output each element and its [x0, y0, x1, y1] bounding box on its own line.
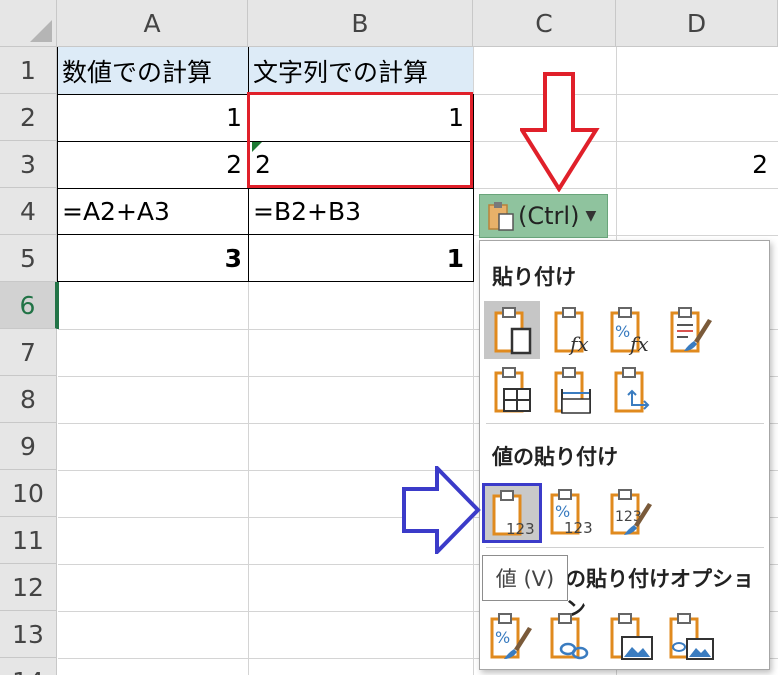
linked-picture-button[interactable]: [664, 607, 720, 665]
paste-button[interactable]: [484, 301, 540, 359]
grid-line-v-ab-lower: [248, 282, 249, 675]
values-source-formatting-icon: 123: [610, 489, 652, 535]
row-header-13[interactable]: 13: [0, 611, 57, 658]
column-header-d[interactable]: D: [616, 0, 778, 47]
column-header-b[interactable]: B: [248, 0, 473, 47]
paste-formulas-icon: fx: [554, 307, 589, 355]
row-header-2[interactable]: 2: [0, 94, 57, 141]
svg-text:fx: fx: [568, 332, 589, 355]
row-header-3[interactable]: 3: [0, 141, 57, 188]
cell-b1[interactable]: 文字列での計算: [249, 47, 473, 94]
svg-text:%: %: [615, 322, 630, 341]
section-title-paste: 貼り付け: [492, 265, 576, 289]
keep-source-formatting-button[interactable]: [664, 301, 720, 359]
transpose-button[interactable]: [604, 361, 660, 419]
values-source-formatting-button[interactable]: 123: [604, 483, 660, 541]
cell-a4[interactable]: =A2+A3: [58, 188, 248, 235]
down-arrow-icon: [520, 72, 600, 192]
paste-options-label: (Ctrl): [518, 202, 580, 230]
row-header-1[interactable]: 1: [0, 47, 57, 94]
grid-line-h-3: [473, 188, 778, 189]
svg-text:%: %: [495, 628, 510, 647]
row-header-5[interactable]: 5: [0, 235, 57, 282]
row-header-14[interactable]: 14: [0, 658, 57, 675]
tooltip-paste-values: 値 (V): [482, 555, 568, 601]
section-title-paste-values: 値の貼り付け: [492, 445, 618, 469]
paste-values-icon: 123: [492, 490, 535, 538]
paste-formulas-button[interactable]: fx: [544, 301, 600, 359]
chevron-down-icon: ▼: [585, 208, 597, 224]
cell-a3[interactable]: 2: [58, 141, 248, 188]
cell-a5[interactable]: 3: [58, 235, 248, 282]
paste-link-icon: [550, 613, 589, 660]
cell-d3[interactable]: 2: [616, 141, 778, 188]
row-header-12[interactable]: 12: [0, 564, 57, 611]
svg-text:123: 123: [506, 520, 535, 538]
svg-text:fx: fx: [628, 332, 649, 355]
menu-separator: [486, 423, 764, 424]
paste-formulas-number-format-button[interactable]: % fx: [604, 301, 660, 359]
grid-line-v-bc-top: [473, 47, 474, 94]
keep-source-formatting-icon: [670, 307, 712, 353]
row-header-8[interactable]: 8: [0, 376, 57, 423]
paste-options-button[interactable]: (Ctrl) ▼: [479, 194, 608, 238]
active-cell-edge: [57, 282, 59, 329]
menu-separator-2: [486, 547, 764, 548]
cell-a1[interactable]: 数値での計算: [58, 47, 248, 94]
clipboard-icon: [488, 202, 514, 231]
paste-values-button[interactable]: 123: [482, 483, 542, 543]
column-header-a[interactable]: A: [57, 0, 248, 47]
picture-icon: [610, 613, 653, 660]
picture-button[interactable]: [604, 607, 660, 665]
cell-b4[interactable]: =B2+B3: [249, 188, 473, 235]
column-header-c[interactable]: C: [473, 0, 616, 47]
paste-icon: [494, 307, 532, 355]
row-header-6[interactable]: 6: [0, 282, 57, 329]
values-number-format-icon: % 123: [550, 489, 593, 537]
grid-line-v-bc-lower: [473, 235, 474, 675]
values-number-format-button[interactable]: % 123: [544, 483, 600, 541]
formatting-icon: %: [490, 613, 532, 659]
row-header-4[interactable]: 4: [0, 188, 57, 235]
linked-picture-icon: [669, 613, 714, 660]
select-all-corner[interactable]: [0, 0, 57, 47]
keep-column-widths-icon: [554, 367, 591, 414]
row-header-10[interactable]: 10: [0, 470, 57, 517]
highlight-box-b2-b3: [247, 92, 473, 188]
right-arrow-icon: [402, 466, 481, 554]
paste-options-menu: 貼り付け fx % fx 値の貼り付け 123 % 123 123 の貼り付けオ…: [479, 240, 770, 670]
select-all-triangle: [30, 20, 52, 42]
grid-line-h-1: [473, 94, 778, 95]
cell-a2[interactable]: 1: [58, 94, 248, 141]
no-borders-button[interactable]: [484, 361, 540, 419]
cell-b5[interactable]: 1: [249, 235, 473, 282]
svg-text:123: 123: [564, 519, 593, 537]
no-borders-icon: [494, 367, 531, 413]
transpose-icon: [614, 367, 650, 413]
row-header-9[interactable]: 9: [0, 423, 57, 470]
formatting-button[interactable]: %: [484, 607, 540, 665]
paste-formulas-number-format-icon: % fx: [610, 307, 649, 355]
paste-link-button[interactable]: [544, 607, 600, 665]
keep-column-widths-button[interactable]: [544, 361, 600, 419]
row-header-7[interactable]: 7: [0, 329, 57, 376]
row-header-11[interactable]: 11: [0, 517, 57, 564]
